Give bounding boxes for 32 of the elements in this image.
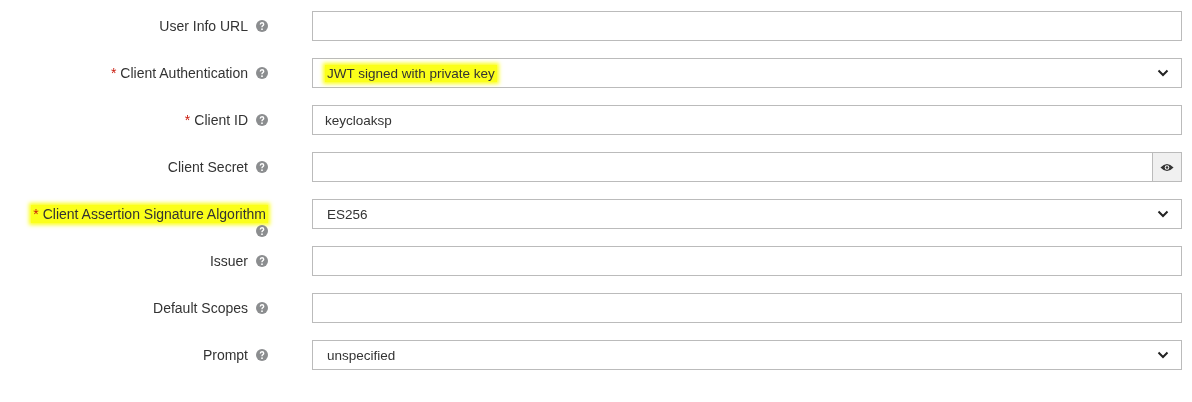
help-icon[interactable]: [256, 161, 268, 173]
help-icon[interactable]: [256, 225, 268, 237]
field-label: User Info URL: [159, 18, 248, 34]
chevron-down-icon: [1157, 351, 1169, 359]
select-field[interactable]: JWT signed with private key: [312, 58, 1182, 88]
eye-icon: [1160, 162, 1174, 172]
show-password-button[interactable]: [1153, 152, 1182, 182]
password-field[interactable]: [312, 152, 1153, 182]
help-icon[interactable]: [256, 255, 268, 267]
help-icon[interactable]: [256, 349, 268, 361]
field-label: Client Secret: [167, 159, 248, 175]
select-field[interactable]: ES256: [312, 199, 1182, 229]
field-label: Client Assertion Signature Algorithm: [42, 206, 266, 222]
help-icon[interactable]: [256, 114, 268, 126]
field-label: Default Scopes: [153, 300, 248, 316]
text-field[interactable]: [312, 293, 1182, 323]
text-field[interactable]: [312, 11, 1182, 41]
field-label: Prompt: [202, 347, 248, 363]
required-asterisk: *: [184, 112, 191, 128]
help-icon[interactable]: [256, 302, 268, 314]
chevron-down-icon: [1157, 69, 1169, 77]
chevron-down-icon: [1157, 210, 1169, 218]
required-asterisk: *: [33, 206, 39, 222]
required-asterisk: *: [110, 65, 117, 81]
field-label: Client ID: [194, 112, 248, 128]
field-label: Issuer: [209, 253, 248, 269]
text-field[interactable]: [312, 246, 1182, 276]
text-field[interactable]: keycloaksp: [312, 105, 1182, 135]
help-icon[interactable]: [256, 20, 268, 32]
select-field[interactable]: unspecified: [312, 340, 1182, 370]
help-icon[interactable]: [256, 67, 268, 79]
field-label: Client Authentication: [120, 65, 248, 81]
